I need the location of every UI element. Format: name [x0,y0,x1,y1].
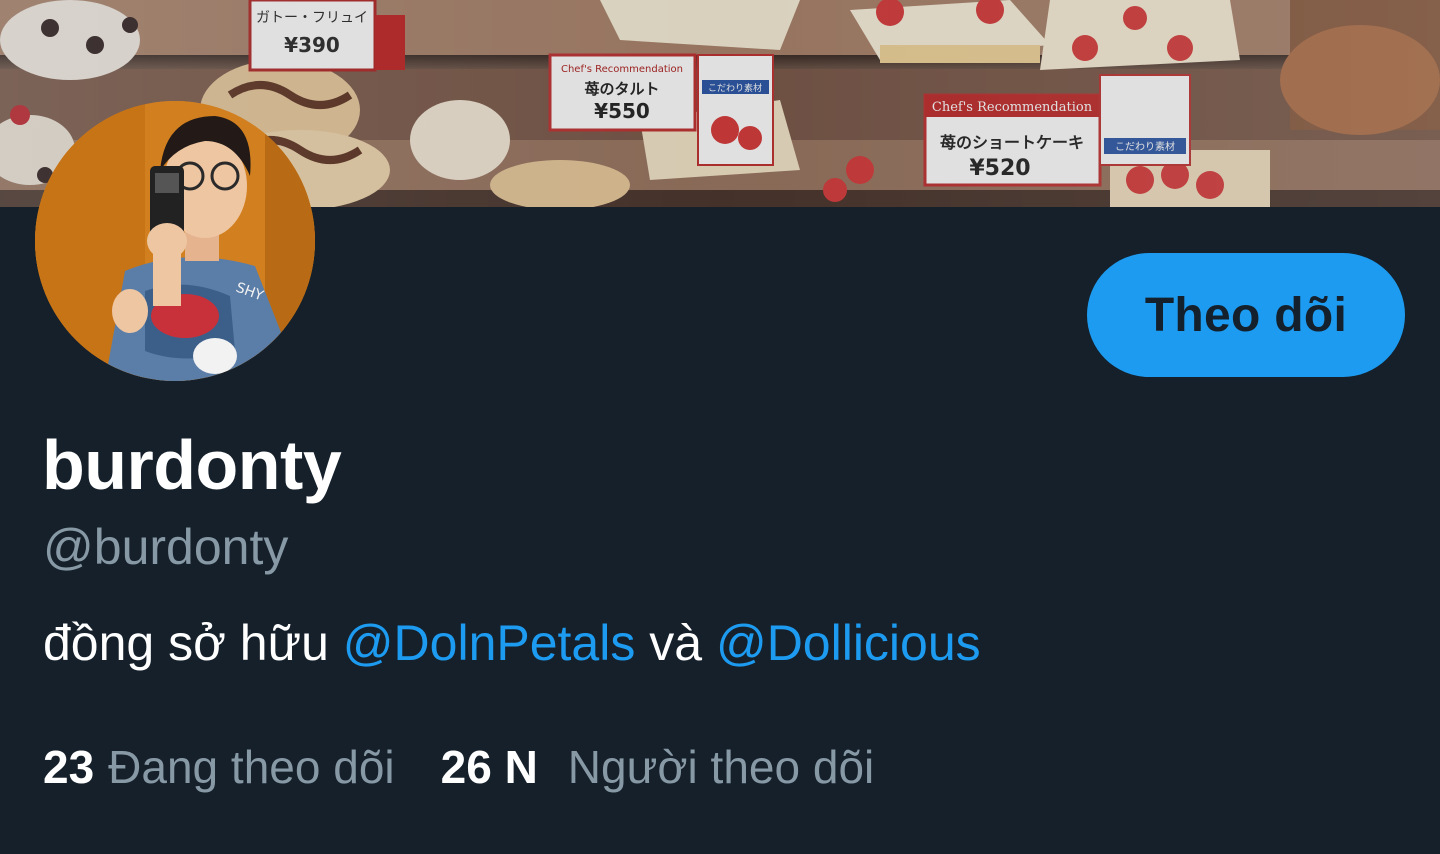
followers-count: 26 N [440,741,538,793]
follow-button[interactable]: Theo dõi [1087,253,1405,377]
bio-text-prefix: đồng sở hữu [43,615,343,671]
profile-bio: đồng sở hữu @DolnPetals và @Dollicious [43,610,981,676]
bio-mention-dolnpetals[interactable]: @DolnPetals [343,615,636,671]
followers-label: Người theo dõi [567,741,875,793]
following-label: Đang theo dõi [108,741,395,793]
avatar-photo-icon: SHY [35,101,315,381]
profile-avatar[interactable]: SHY [35,101,315,381]
bio-mention-dollicious[interactable]: @Dollicious [716,615,981,671]
profile-stats: 23 Đang theo dõi 26 N Người theo dõi [43,736,874,798]
profile-handle: @burdonty [43,519,289,575]
bio-text-connector: và [635,615,716,671]
following-count: 23 [43,741,95,793]
profile-display-name: burdonty [42,426,342,504]
followers-stat-link[interactable]: 26 N Người theo dõi [441,736,875,798]
profile-page: ガトー・フリュイ ¥390 Chef's Recommendation 苺のタル… [0,0,1440,854]
following-stat-link[interactable]: 23 Đang theo dõi [43,736,395,798]
